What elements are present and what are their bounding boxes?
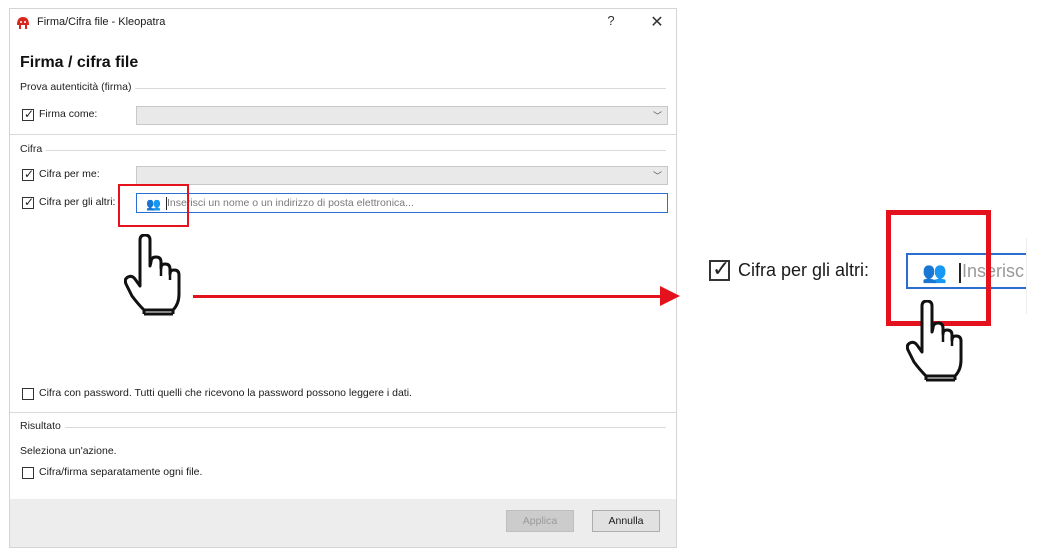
encrypt-for-me-checkbox[interactable]: ✓ [22,167,35,181]
encrypt-for-me-label: Cifra per me: [39,168,100,180]
title-bar: Firma/Cifra file - Kleopatra ? ✕ [10,9,676,37]
recipient-input[interactable]: 👥 Inserisci un nome o un indirizzo di po… [136,193,668,213]
arrow-line [193,295,663,298]
sign-as-label: Firma come: [39,108,98,120]
separate-files-checkbox[interactable] [22,467,34,479]
encrypt-with-password-checkbox[interactable] [22,388,34,400]
sign-as-checkbox[interactable]: ✓ [22,107,35,121]
cancel-button[interactable]: Annulla [592,510,660,532]
encrypt-section-label: Cifra [20,143,47,155]
encrypt-for-others-checkbox[interactable]: ✓ [22,195,35,209]
check-mark-icon: ✓ [24,195,35,209]
divider [20,427,666,428]
window-title: Firma/Cifra file - Kleopatra [37,16,166,28]
result-section-label: Risultato [20,420,65,432]
help-button[interactable]: ? [601,13,621,31]
zoom-checkbox: ✓ [709,256,730,281]
encrypt-for-me-select[interactable]: ﹀ [136,166,668,185]
check-mark-icon: ✓ [712,256,731,281]
recipient-placeholder: Inserisci un nome o un indirizzo di post… [167,197,414,209]
chevron-down-icon: ﹀ [652,171,662,181]
sign-section-label: Prova autenticità (firma) [20,81,136,93]
pointing-hand-icon [124,234,181,316]
sign-as-select[interactable]: ﹀ [136,106,668,125]
separate-files-label: Cifra/firma separatamente ogni file. [39,466,203,478]
check-mark-icon: ✓ [24,167,35,181]
button-bar [10,499,676,547]
kleopatra-dialog: Firma/Cifra file - Kleopatra ? ✕ Firma /… [9,8,677,548]
zoom-label: Cifra per gli altri: [738,260,870,280]
divider [20,150,666,151]
chevron-down-icon: ﹀ [652,111,662,121]
result-hint: Seleziona un'azione. [20,445,117,457]
page-title: Firma / cifra file [20,54,139,71]
encrypt-with-password-label: Cifra con password. Tutti quelli che ric… [39,387,412,399]
close-button[interactable]: ✕ [647,12,667,32]
divider [10,134,676,135]
arrow-head-icon [660,286,680,306]
divider [10,412,676,413]
apply-button[interactable]: Applica [506,510,574,532]
highlight-box [118,184,189,227]
kleopatra-app-icon [17,17,29,29]
check-mark-icon: ✓ [24,107,35,121]
pointing-hand-icon [906,300,963,382]
encrypt-for-others-label: Cifra per gli altri: [39,196,116,208]
